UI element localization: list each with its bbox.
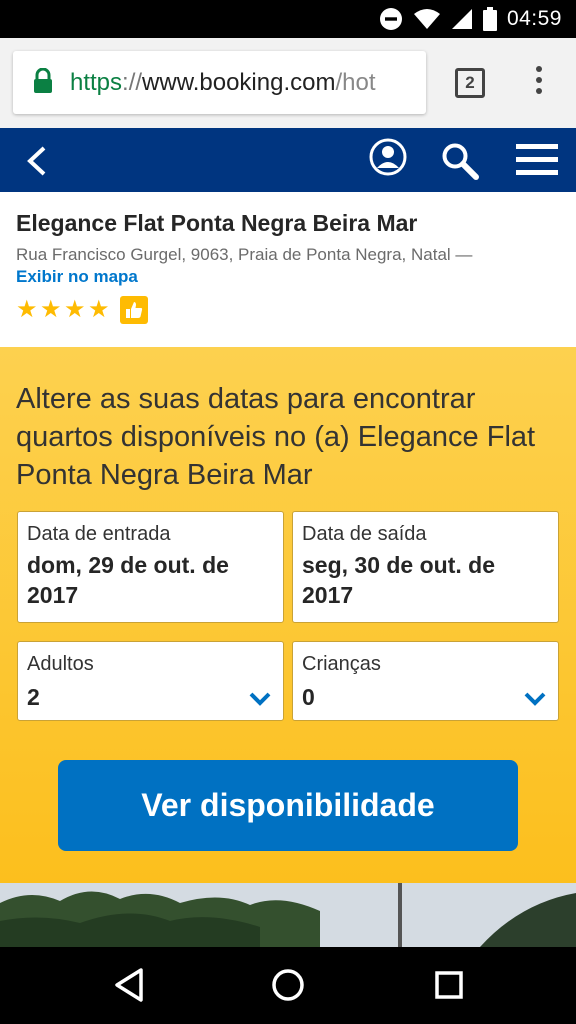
search-icon[interactable]: [441, 142, 479, 180]
availability-search-panel: Altere as suas datas para encontrar quar…: [0, 347, 576, 883]
adults-value: 2: [27, 684, 40, 710]
check-availability-button[interactable]: Ver disponibilidade: [58, 760, 518, 851]
hotel-photo: [0, 883, 576, 947]
children-select[interactable]: Crianças 0: [292, 641, 559, 721]
android-nav-bar: [0, 947, 576, 1024]
url-separator: ://: [122, 69, 143, 96]
star-rating: ★ ★ ★ ★: [16, 296, 560, 324]
star-icon: ★: [40, 296, 62, 323]
star-icon: ★: [88, 296, 110, 323]
url-host: www.booking.com: [142, 69, 336, 96]
checkout-label: Data de saída: [302, 523, 427, 545]
site-nav-bar: [0, 128, 576, 192]
children-value: 0: [302, 684, 315, 710]
chevron-down-icon: [249, 692, 271, 706]
hamburger-menu-icon[interactable]: [516, 142, 558, 178]
url-bar[interactable]: https://www.booking.com/hot: [13, 51, 426, 114]
status-icons: 04:59: [379, 6, 562, 32]
chevron-down-icon: [524, 692, 546, 706]
tabs-icon[interactable]: 2: [455, 68, 485, 98]
battery-icon: [482, 7, 497, 31]
hotel-name: Elegance Flat Ponta Negra Beira Mar: [16, 210, 418, 236]
url-text: https://www.booking.com/hot: [70, 68, 376, 98]
adults-label: Adultos: [27, 653, 94, 675]
user-account-icon[interactable]: [369, 138, 407, 176]
wifi-icon: [413, 9, 440, 29]
show-on-map-link[interactable]: Exibir no mapa: [16, 266, 560, 288]
tab-count: 2: [465, 73, 475, 92]
back-triangle-icon[interactable]: [113, 967, 145, 1003]
checkout-date-field[interactable]: Data de saída seg, 30 de out. de 2017: [292, 511, 559, 623]
lock-icon: [34, 68, 52, 93]
hotel-address: Rua Francisco Gurgel, 9063, Praia de Pon…: [16, 245, 473, 264]
recents-square-icon[interactable]: [434, 967, 464, 1003]
do-not-disturb-icon: [379, 8, 402, 30]
url-path: /hot: [335, 69, 376, 96]
checkin-date-field[interactable]: Data de entrada dom, 29 de out. de 2017: [17, 511, 284, 623]
adults-select[interactable]: Adultos 2: [17, 641, 284, 721]
url-scheme: https: [70, 69, 123, 96]
thumbs-up-icon: [120, 296, 148, 324]
signal-icon: [451, 9, 472, 29]
checkout-value: seg, 30 de out. de 2017: [302, 552, 495, 608]
hotel-header: Elegance Flat Ponta Negra Beira Mar Rua …: [0, 192, 576, 347]
children-label: Crianças: [302, 653, 381, 675]
star-icon: ★: [16, 296, 38, 323]
overflow-menu-icon[interactable]: [532, 66, 546, 100]
checkin-value: dom, 29 de out. de 2017: [27, 552, 229, 608]
browser-toolbar: https://www.booking.com/hot 2: [0, 38, 576, 128]
back-arrow-icon[interactable]: [24, 145, 48, 177]
panel-heading: Altere as suas datas para encontrar quar…: [16, 383, 536, 491]
status-time: 04:59: [506, 7, 562, 30]
checkin-label: Data de entrada: [27, 523, 171, 545]
star-icon: ★: [64, 296, 86, 323]
home-circle-icon[interactable]: [271, 967, 305, 1003]
status-bar: 04:59: [0, 0, 576, 38]
